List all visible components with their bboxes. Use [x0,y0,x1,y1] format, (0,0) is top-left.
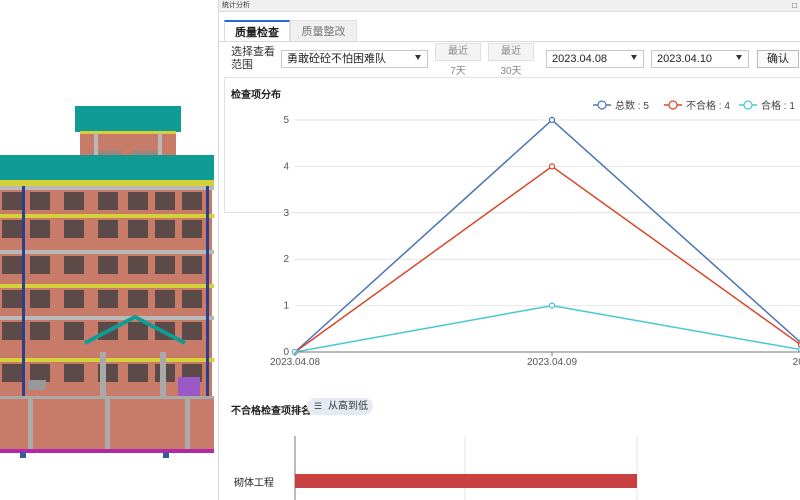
building-window [155,290,175,308]
y-tick-label: 1 [283,301,289,312]
floor-band [0,284,214,288]
building-window [182,220,202,238]
building-window [128,290,148,308]
building-window [98,220,118,238]
sort-toggle-label: 从高到低 [328,401,368,412]
building-window [182,192,202,210]
building-window [128,364,148,382]
y-tick-label: 4 [283,161,289,172]
series-point [548,163,556,170]
building-window [64,256,84,274]
floor-band [0,250,214,254]
building-window [30,364,50,382]
building-window [64,322,84,340]
x-tick-label: 2023.04.09 [527,357,577,368]
sort-toggle-button[interactable]: ☰ 从高到低 [307,398,373,415]
legend-label: 不合格 : 4 [686,99,730,112]
building-window [30,290,50,308]
building-window [64,220,84,238]
building-window [128,256,148,274]
floor-band [0,358,214,362]
ranking-bar [295,474,637,488]
building-window [64,192,84,210]
building-window [2,192,22,210]
building-window [98,192,118,210]
building-3d-viewport[interactable] [0,0,218,500]
building-window [182,290,202,308]
series-line-2 [294,304,800,353]
ranking-item-label: 砌体工程 [234,478,274,489]
building-window [128,322,148,340]
series-line-0 [294,118,800,353]
building-window [128,192,148,210]
series-point [548,302,556,309]
building-window [155,220,175,238]
building-window [2,220,22,238]
building-window [2,322,22,340]
x-tick-label: 2023.04.08 [270,357,320,368]
y-tick-label: 3 [283,208,289,219]
legend-label: 总数 : 5 [615,99,649,112]
distribution-line-chart: 总数 : 5 不合格 : 4 合格 : 1 012345 2023.04.08 202… [270,99,800,500]
building-window [30,322,50,340]
building-window [30,192,50,210]
building-window [64,290,84,308]
building-window [2,364,22,382]
legend-label: 合格 : 1 [761,99,795,112]
floor-band [0,186,214,190]
building-window [155,256,175,274]
building-window [98,256,118,274]
building-window [182,256,202,274]
floor-band [0,316,214,320]
sort-descending-icon: ☰ [314,401,323,411]
y-tick-label: 2 [283,254,289,265]
floor-band [0,214,214,218]
x-tick-label: 202 [793,357,800,368]
statistics-panel: 统计分析 □ 质量检查 质量整改 选择查看范围 勇敢砼砼不怕困难队 最近 7天 … [218,0,800,500]
legend-marker [668,100,678,110]
ranking-title: 不合格检查项排名 [231,406,311,417]
building-window [2,256,22,274]
building-window [98,290,118,308]
y-tick-label: 5 [283,115,289,126]
building-window [30,220,50,238]
building-model [0,106,214,458]
legend-marker [597,100,607,110]
building-window [128,220,148,238]
series-point [548,116,556,124]
building-window [64,364,84,382]
building-window [2,290,22,308]
legend-marker [743,100,753,110]
building-window [30,256,50,274]
building-window [182,322,202,340]
building-window [155,192,175,210]
